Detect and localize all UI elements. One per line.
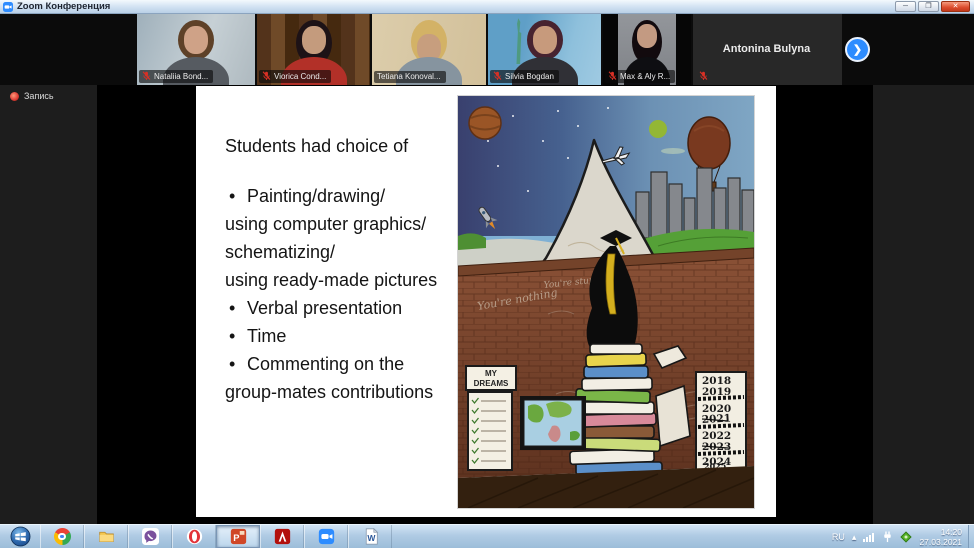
- participant-nameplate: Silvia Bogdan: [490, 70, 559, 83]
- adobe-reader-icon: [274, 528, 291, 545]
- system-tray: RU ▴ 14:20 27.03.2021: [832, 525, 968, 548]
- windows-start-icon: [10, 526, 31, 547]
- green-moon: [649, 120, 667, 138]
- participant-name: Tetiana Konoval...: [377, 72, 441, 81]
- minimize-button[interactable]: ─: [895, 1, 916, 12]
- zoom-meeting-window: { "window": { "title": "Zoom Конференция…: [0, 0, 974, 548]
- participant-strip: Nataliia Bond... Viorica Con: [0, 14, 974, 85]
- muted-mic-icon: [142, 71, 151, 81]
- show-desktop-button[interactable]: [968, 525, 974, 548]
- taskbar-word-button[interactable]: W: [348, 525, 392, 548]
- planet-icon: [469, 107, 501, 139]
- participant-nameplate: Tetiana Konoval...: [374, 71, 446, 83]
- shared-screen-area: Students had choice of •Painting/drawing…: [97, 85, 873, 524]
- participant-tile[interactable]: Viorica Cond...: [257, 14, 370, 85]
- world-map-picture: [520, 396, 586, 450]
- svg-text:W: W: [367, 533, 376, 543]
- slide-bullet-line: •Commenting on the: [225, 354, 455, 382]
- chrome-icon: [54, 528, 71, 545]
- zoom-camera-icon: [318, 528, 335, 545]
- recording-indicator: Запись: [10, 91, 54, 101]
- window-titlebar[interactable]: Zoom Конференция ─ ❐ ✕: [0, 0, 974, 14]
- recording-label: Запись: [24, 91, 54, 101]
- participant-nameplate: Antonina Bulyna: [693, 14, 842, 85]
- slide-bullet-line: •Verbal presentation: [225, 298, 455, 326]
- years-calendar: 2018 2019 2020 2021 2022 2023 2024 2025: [696, 372, 746, 471]
- participant-tile[interactable]: Tetiana Konoval...: [372, 14, 486, 85]
- taskbar-chrome-button[interactable]: [40, 525, 84, 548]
- svg-text:DREAMS: DREAMS: [474, 379, 509, 388]
- power-plug-icon[interactable]: [882, 531, 893, 543]
- window-title: Zoom Конференция: [17, 0, 110, 14]
- participant-nameplate: Nataliia Bond...: [139, 70, 213, 83]
- presentation-slide: Students had choice of •Painting/drawing…: [196, 86, 776, 517]
- hidden-icons-arrow[interactable]: ▴: [852, 532, 857, 543]
- record-dot-icon: [10, 92, 19, 101]
- student-artwork-painting: You're nothing You're stupid: [458, 96, 754, 508]
- taskbar-viber-button[interactable]: [128, 525, 172, 548]
- participant-tile[interactable]: Max & Aly R...: [603, 14, 691, 85]
- antivirus-tray-icon[interactable]: [900, 531, 912, 543]
- slide-bullet-list: •Painting/drawing/ •using computer graph…: [225, 186, 455, 410]
- powerpoint-icon: P: [230, 528, 247, 545]
- taskbar-opera-button[interactable]: [172, 525, 216, 548]
- participant-tiles: Nataliia Bond... Viorica Con: [137, 14, 842, 85]
- participant-name: Antonina Bulyna: [723, 43, 810, 55]
- network-signal-icon[interactable]: [863, 532, 875, 542]
- participant-nameplate: Max & Aly R...: [605, 70, 675, 83]
- word-icon: W: [362, 528, 379, 545]
- clock-time: 14:20: [919, 527, 962, 537]
- taskbar-powerpoint-button[interactable]: P: [216, 525, 260, 548]
- muted-mic-icon: [608, 71, 617, 81]
- windows-taskbar: P W RU ▴ 14:20: [0, 524, 974, 548]
- slide-bullet-line: •Time: [225, 326, 455, 354]
- svg-text:P: P: [233, 533, 239, 543]
- next-participants-button[interactable]: ❯: [845, 37, 870, 62]
- muted-mic-icon: [262, 71, 271, 81]
- taskbar-clock[interactable]: 14:20 27.03.2021: [919, 527, 962, 547]
- viber-icon: [142, 528, 159, 545]
- slide-title: Students had choice of: [225, 136, 408, 157]
- slide-bullet-line: •using computer graphics/: [225, 214, 455, 242]
- my-dreams-sign: MY DREAMS: [466, 366, 516, 470]
- participant-name: Viorica Cond...: [274, 72, 326, 81]
- taskbar-explorer-button[interactable]: [84, 525, 128, 548]
- participant-name: Max & Aly R...: [620, 72, 670, 81]
- participant-name: Silvia Bogdan: [505, 72, 554, 81]
- participant-name: Nataliia Bond...: [154, 72, 208, 81]
- start-button[interactable]: [0, 525, 40, 548]
- muted-mic-icon: [699, 71, 708, 81]
- folder-icon: [98, 528, 115, 545]
- restore-button[interactable]: ❐: [918, 1, 939, 12]
- slide-bullet-line: •using ready-made pictures: [225, 270, 455, 298]
- participant-nameplate: Viorica Cond...: [259, 70, 331, 83]
- svg-text:MY: MY: [485, 369, 498, 378]
- language-indicator[interactable]: RU: [832, 532, 845, 542]
- participant-tile[interactable]: Antonina Bulyna: [693, 14, 842, 85]
- taskbar-adobe-reader-button[interactable]: [260, 525, 304, 548]
- clock-date: 27.03.2021: [919, 537, 962, 547]
- participant-tile[interactable]: Silvia Bogdan: [488, 14, 601, 85]
- slide-bullet-line: •group-mates contributions: [225, 382, 455, 410]
- chevron-right-icon: ❯: [853, 43, 862, 56]
- svg-text:2019: 2019: [702, 386, 731, 398]
- opera-icon: [186, 528, 203, 545]
- participant-tile[interactable]: Nataliia Bond...: [137, 14, 255, 85]
- slide-bullet-line: •schematizing/: [225, 242, 455, 270]
- taskbar-zoom-button[interactable]: [304, 525, 348, 548]
- slide-bullet-line: •Painting/drawing/: [225, 186, 455, 214]
- close-button[interactable]: ✕: [941, 1, 970, 12]
- zoom-app-icon: [3, 2, 13, 12]
- muted-mic-icon: [493, 71, 502, 81]
